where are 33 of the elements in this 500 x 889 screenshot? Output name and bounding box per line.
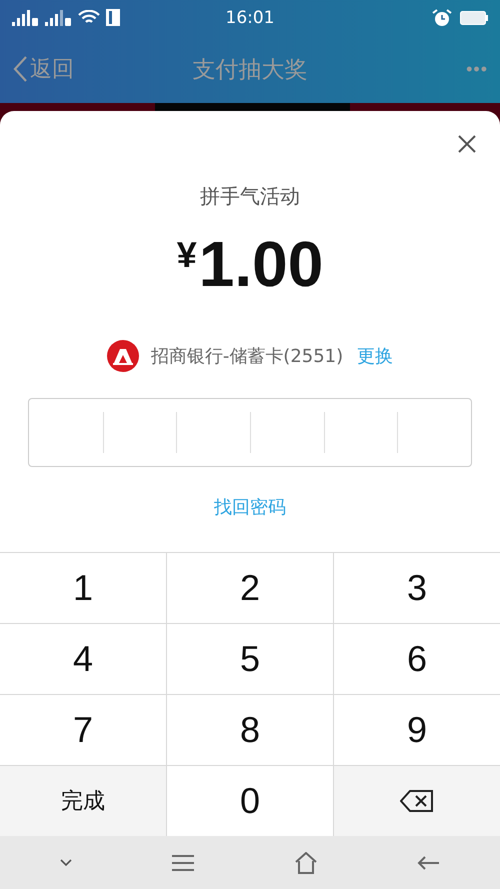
digit-key[interactable]: 5 <box>167 624 333 694</box>
digit-key[interactable]: 3 <box>334 553 500 623</box>
digit-key[interactable]: 7 <box>0 695 166 765</box>
signal-icon <box>45 10 72 26</box>
sim-card-icon <box>106 9 120 26</box>
password-field[interactable] <box>28 398 472 467</box>
back-nav-button[interactable] <box>416 854 440 870</box>
status-time: 16:01 <box>224 8 276 28</box>
delete-key[interactable] <box>334 766 500 836</box>
digit-key[interactable]: 1 <box>0 553 166 623</box>
alarm-clock-icon <box>432 8 452 26</box>
page-title: 支付抽大奖 <box>192 56 308 84</box>
done-key[interactable]: 完成 <box>0 766 166 836</box>
backspace-icon <box>400 790 434 812</box>
digit-key[interactable]: 2 <box>167 553 333 623</box>
home-button[interactable] <box>294 852 318 874</box>
currency-symbol: ¥ <box>176 234 197 276</box>
digit-key[interactable]: 9 <box>334 695 500 765</box>
digit-key[interactable]: 0 <box>167 766 333 836</box>
close-button[interactable] <box>456 133 478 155</box>
wifi-icon <box>78 10 100 26</box>
collapse-keyboard-button[interactable] <box>60 858 72 866</box>
chevron-icon <box>12 55 28 83</box>
digit-key[interactable]: 8 <box>167 695 333 765</box>
digit-key[interactable]: 6 <box>334 624 500 694</box>
battery-icon <box>460 10 488 24</box>
bank-card-label: 招商银行-储蓄卡(2551) <box>150 345 344 368</box>
menu-button[interactable] <box>170 854 194 870</box>
payment-amount: 1.00 <box>198 228 324 300</box>
sheet-title: 拼手气活动 <box>200 183 300 210</box>
bank-logo-icon <box>106 340 139 372</box>
signal-icon <box>12 10 39 26</box>
digit-key[interactable]: 4 <box>0 624 166 694</box>
